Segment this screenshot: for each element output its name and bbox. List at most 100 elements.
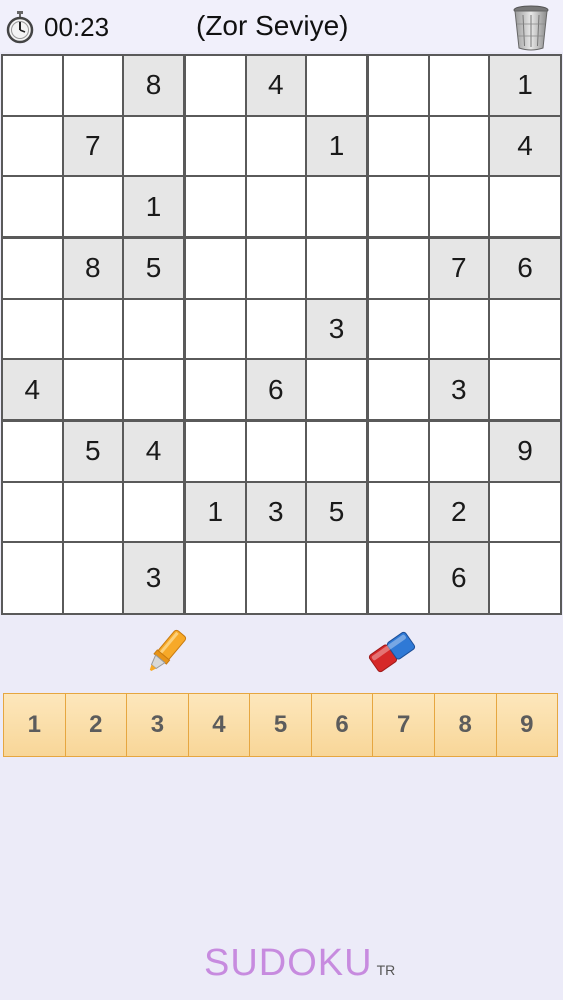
- app-branding: SUDOKU TR: [204, 942, 395, 985]
- sudoku-cell-r5-c7[interactable]: [369, 299, 428, 358]
- sudoku-cell-r9-c6[interactable]: [307, 543, 366, 613]
- sudoku-cell-r3-c5[interactable]: [246, 177, 305, 236]
- sudoku-board: 841714185763463549135236: [1, 54, 562, 615]
- sudoku-cell-r3-c2[interactable]: [63, 177, 122, 236]
- sudoku-cell-r5-c1[interactable]: [3, 299, 62, 358]
- sudoku-cell-r4-c9[interactable]: 6: [490, 239, 560, 298]
- sudoku-cell-r1-c4[interactable]: [186, 56, 245, 115]
- number-key-2[interactable]: 2: [64, 693, 128, 757]
- sudoku-cell-r7-c6[interactable]: [307, 422, 366, 481]
- sudoku-cell-r9-c7[interactable]: [369, 543, 428, 613]
- sudoku-cell-r3-c4[interactable]: [186, 177, 245, 236]
- sudoku-cell-r4-c5[interactable]: [246, 239, 305, 298]
- sudoku-cell-r5-c6[interactable]: 3: [307, 299, 366, 358]
- sudoku-cell-r9-c1[interactable]: [3, 543, 62, 613]
- sudoku-cell-r2-c3[interactable]: [124, 116, 183, 175]
- number-key-8[interactable]: 8: [433, 693, 497, 757]
- sudoku-cell-r2-c6[interactable]: 1: [307, 116, 366, 175]
- sudoku-cell-r5-c3[interactable]: [124, 299, 183, 358]
- sudoku-cell-r5-c2[interactable]: [63, 299, 122, 358]
- sudoku-cell-r1-c3[interactable]: 8: [124, 56, 183, 115]
- sudoku-cell-r1-c5[interactable]: 4: [246, 56, 305, 115]
- sudoku-cell-r9-c2[interactable]: [63, 543, 122, 613]
- sudoku-cell-r7-c4[interactable]: [186, 422, 245, 481]
- sudoku-cell-r4-c6[interactable]: [307, 239, 366, 298]
- sudoku-cell-r7-c9[interactable]: 9: [490, 422, 560, 481]
- sudoku-cell-r2-c2[interactable]: 7: [63, 116, 122, 175]
- sudoku-cell-r7-c7[interactable]: [369, 422, 428, 481]
- sudoku-cell-r1-c9[interactable]: 1: [490, 56, 560, 115]
- number-key-6[interactable]: 6: [310, 693, 374, 757]
- sudoku-cell-r6-c9[interactable]: [490, 360, 560, 419]
- sudoku-cell-r2-c1[interactable]: [3, 116, 62, 175]
- sudoku-cell-r8-c8[interactable]: 2: [429, 482, 488, 541]
- sudoku-cell-r2-c9[interactable]: 4: [490, 116, 560, 175]
- sudoku-cell-r7-c2[interactable]: 5: [63, 422, 122, 481]
- sudoku-cell-r8-c3[interactable]: [124, 482, 183, 541]
- sudoku-cell-r1-c8[interactable]: [429, 56, 488, 115]
- number-key-3[interactable]: 3: [126, 693, 189, 757]
- highlighter-pen-icon[interactable]: [138, 624, 194, 680]
- sudoku-cell-r3-c7[interactable]: [369, 177, 428, 236]
- sudoku-cell-r9-c5[interactable]: [246, 543, 305, 613]
- sudoku-cell-r1-c6[interactable]: [307, 56, 366, 115]
- sudoku-cell-r3-c8[interactable]: [429, 177, 488, 236]
- number-pad: 123456789: [3, 693, 559, 757]
- number-key-9[interactable]: 9: [495, 693, 559, 757]
- sudoku-cell-r2-c8[interactable]: [429, 116, 488, 175]
- sudoku-cell-r4-c4[interactable]: [186, 239, 245, 298]
- sudoku-cell-r7-c8[interactable]: [429, 422, 488, 481]
- sudoku-cell-r2-c4[interactable]: [186, 116, 245, 175]
- sudoku-cell-r7-c1[interactable]: [3, 422, 62, 481]
- sudoku-cell-r7-c5[interactable]: [246, 422, 305, 481]
- sudoku-cell-r8-c1[interactable]: [3, 482, 62, 541]
- sudoku-cell-r9-c9[interactable]: [490, 543, 560, 613]
- brand-name: SUDOKU: [204, 942, 373, 984]
- sudoku-cell-r5-c4[interactable]: [186, 299, 245, 358]
- sudoku-cell-r2-c7[interactable]: [369, 116, 428, 175]
- number-key-4[interactable]: 4: [187, 693, 251, 757]
- sudoku-cell-r8-c5[interactable]: 3: [246, 482, 305, 541]
- sudoku-cell-r1-c1[interactable]: [3, 56, 62, 115]
- sudoku-cell-r2-c5[interactable]: [246, 116, 305, 175]
- stopwatch-icon: [6, 11, 34, 44]
- sudoku-cell-r1-c2[interactable]: [63, 56, 122, 115]
- sudoku-cell-r8-c9[interactable]: [490, 482, 560, 541]
- sudoku-cell-r8-c6[interactable]: 5: [307, 482, 366, 541]
- sudoku-cell-r4-c3[interactable]: 5: [124, 239, 183, 298]
- sudoku-cell-r9-c4[interactable]: [186, 543, 245, 613]
- sudoku-cell-r4-c7[interactable]: [369, 239, 428, 298]
- sudoku-cell-r6-c4[interactable]: [186, 360, 245, 419]
- sudoku-cell-r9-c3[interactable]: 3: [124, 543, 183, 613]
- sudoku-cell-r1-c7[interactable]: [369, 56, 428, 115]
- sudoku-cell-r5-c8[interactable]: [429, 299, 488, 358]
- sudoku-cell-r3-c9[interactable]: [490, 177, 560, 236]
- sudoku-cell-r8-c2[interactable]: [63, 482, 122, 541]
- sudoku-cell-r6-c1[interactable]: 4: [3, 360, 62, 419]
- top-bar: 00:23 (Zor Seviye): [0, 0, 563, 52]
- sudoku-cell-r3-c1[interactable]: [3, 177, 62, 236]
- sudoku-cell-r5-c5[interactable]: [246, 299, 305, 358]
- sudoku-cell-r3-c3[interactable]: 1: [124, 177, 183, 236]
- trash-can-icon[interactable]: [510, 4, 552, 52]
- sudoku-cell-r6-c7[interactable]: [369, 360, 428, 419]
- sudoku-cell-r8-c4[interactable]: 1: [186, 482, 245, 541]
- sudoku-cell-r6-c6[interactable]: [307, 360, 366, 419]
- sudoku-cell-r9-c8[interactable]: 6: [429, 543, 488, 613]
- number-key-7[interactable]: 7: [372, 693, 435, 757]
- sudoku-cell-r4-c1[interactable]: [3, 239, 62, 298]
- eraser-icon[interactable]: [364, 624, 420, 680]
- sudoku-cell-r8-c7[interactable]: [369, 482, 428, 541]
- sudoku-cell-r6-c2[interactable]: [63, 360, 122, 419]
- sudoku-cell-r4-c8[interactable]: 7: [429, 239, 488, 298]
- sudoku-cell-r5-c9[interactable]: [490, 299, 560, 358]
- sudoku-cell-r6-c5[interactable]: 6: [246, 360, 305, 419]
- brand-suffix: TR: [376, 962, 396, 978]
- sudoku-cell-r6-c8[interactable]: 3: [429, 360, 488, 419]
- number-key-1[interactable]: 1: [3, 693, 66, 757]
- sudoku-cell-r3-c6[interactable]: [307, 177, 366, 236]
- number-key-5[interactable]: 5: [249, 693, 312, 757]
- sudoku-cell-r7-c3[interactable]: 4: [124, 422, 183, 481]
- sudoku-cell-r4-c2[interactable]: 8: [63, 239, 122, 298]
- sudoku-cell-r6-c3[interactable]: [124, 360, 183, 419]
